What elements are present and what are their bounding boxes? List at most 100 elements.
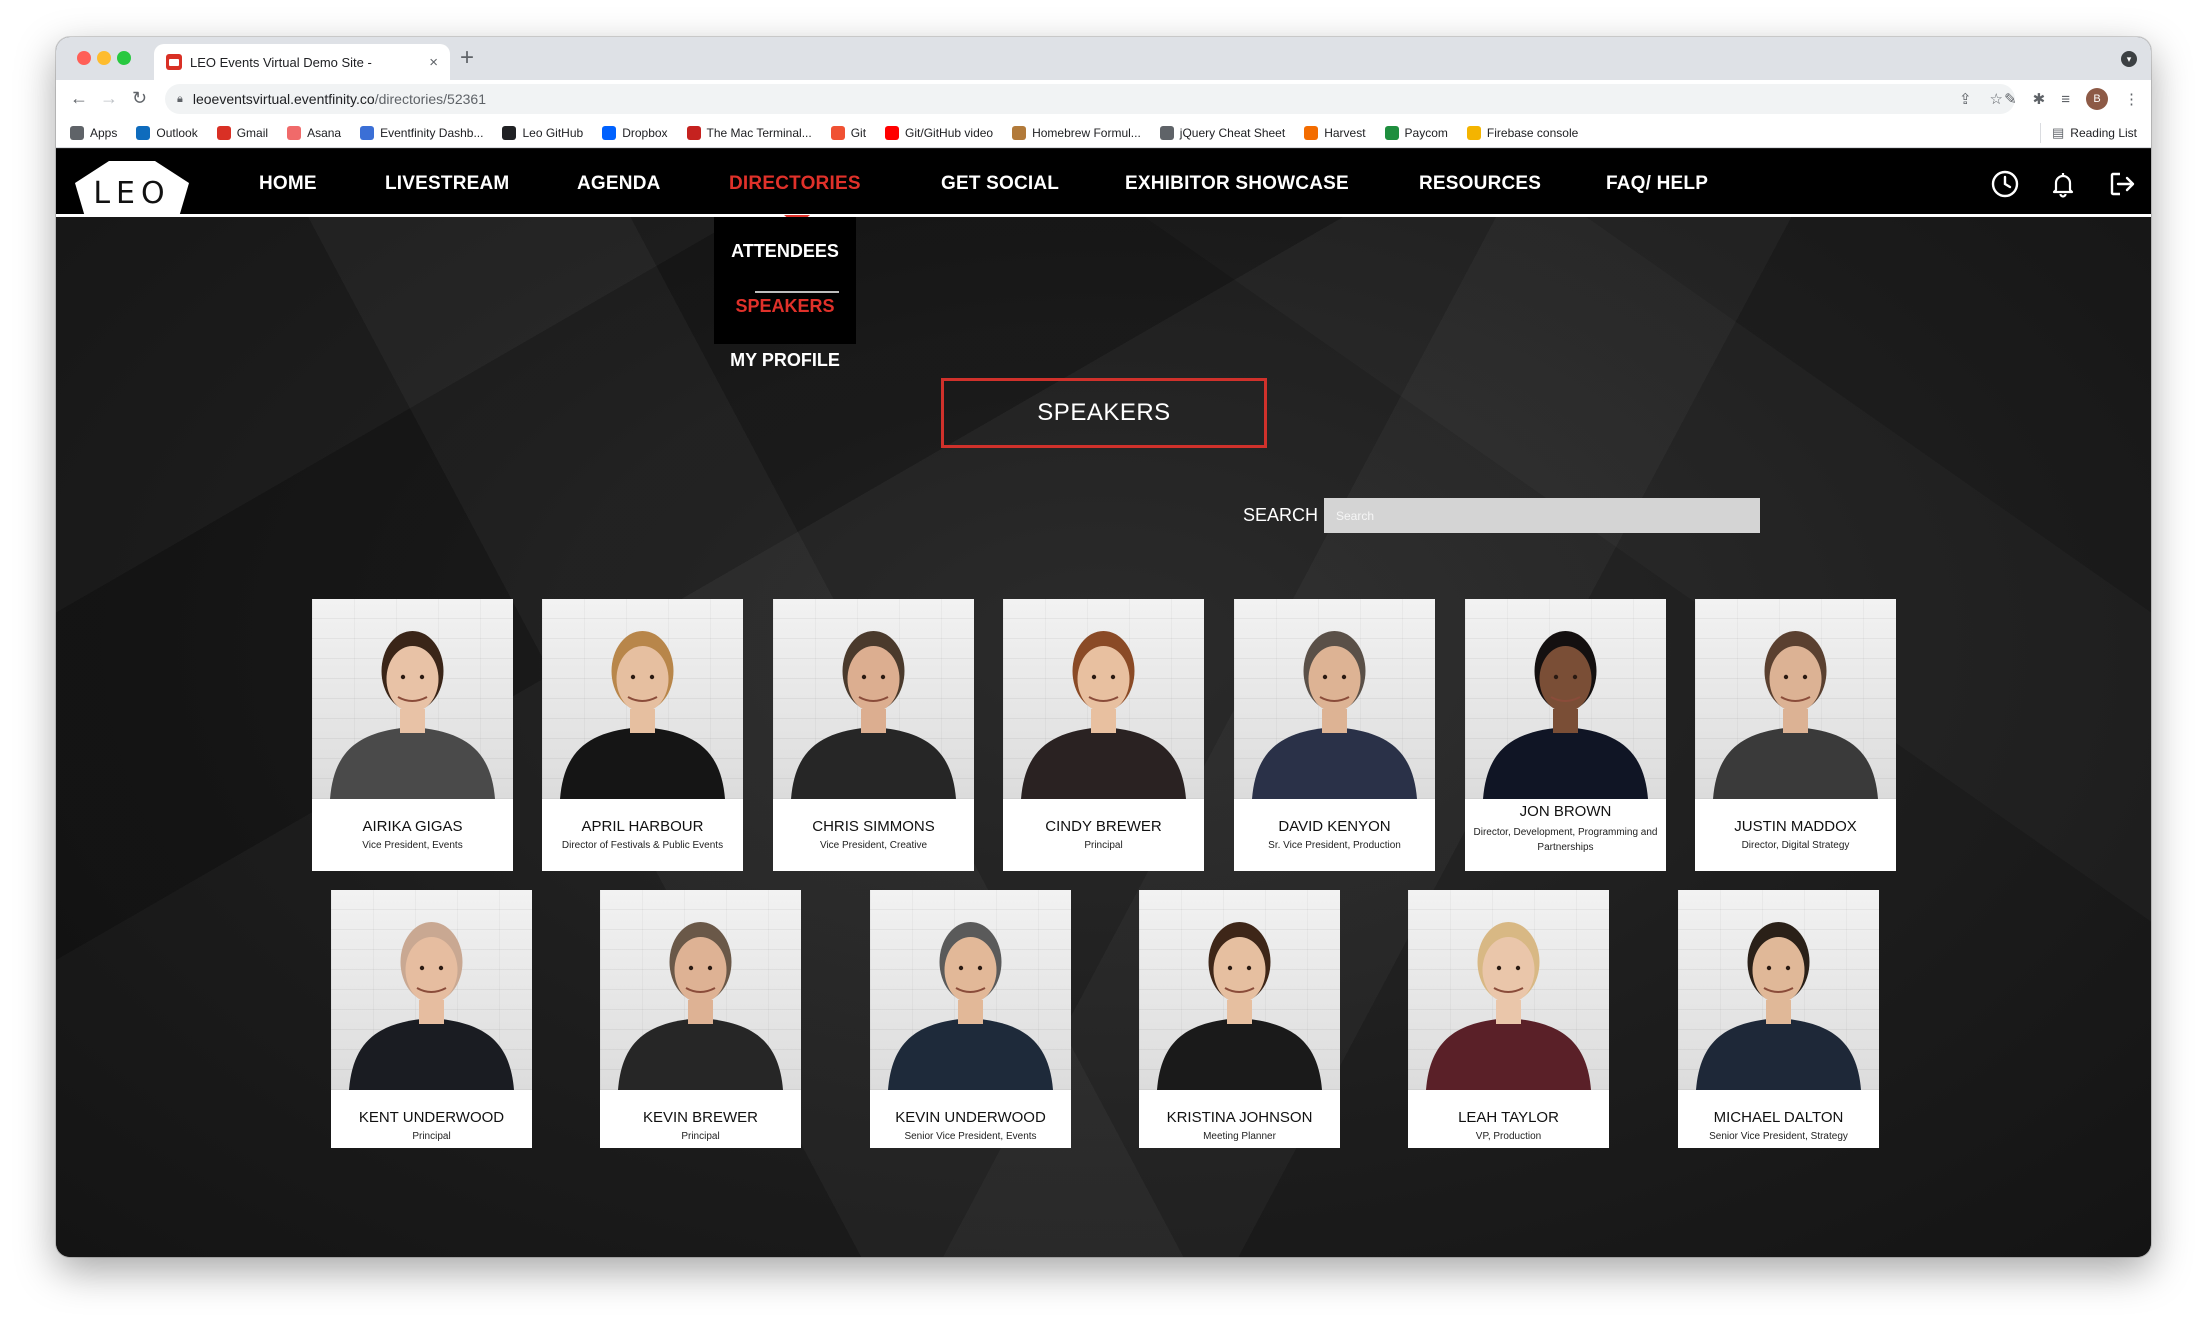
logout-icon[interactable] <box>2107 169 2137 199</box>
directories-dropdown-menu: ATTENDEES SPEAKERS MY PROFILE <box>714 217 856 370</box>
speaker-title: Senior Vice President, Events <box>904 1131 1037 1142</box>
speaker-name: CHRIS SIMMONS <box>812 818 935 835</box>
speaker-card[interactable]: KRISTINA JOHNSON Meeting Planner <box>1139 890 1340 1148</box>
bookmark-harvest[interactable]: Harvest <box>1304 125 1366 140</box>
bookmark-git-github-video[interactable]: Git/GitHub video <box>885 125 993 140</box>
bookmark-eventfinity-dashb[interactable]: Eventfinity Dashb... <box>360 125 483 140</box>
speaker-card[interactable]: JON BROWN Director, Development, Programm… <box>1465 599 1666 871</box>
dropdown-item-speakers[interactable]: SPEAKERS <box>714 296 856 317</box>
extension-icon[interactable]: ✎ <box>2004 90 2017 108</box>
speaker-name: MICHAEL DALTON <box>1713 1109 1844 1126</box>
share-icon[interactable]: ⇪ <box>1959 90 1972 108</box>
browser-tab[interactable]: LEO Events Virtual Demo Site - × <box>154 44 450 80</box>
speaker-photo <box>1695 599 1896 799</box>
speaker-title: Director, Digital Strategy <box>1741 840 1850 851</box>
speaker-name: JON BROWN <box>1519 803 1612 820</box>
speaker-photo <box>600 890 801 1090</box>
clock-icon[interactable] <box>1990 169 2020 199</box>
bookmark-jquery-cheat-sheet[interactable]: jQuery Cheat Sheet <box>1159 125 1285 140</box>
leo-github-icon <box>502 125 517 140</box>
search-label: SEARCH <box>1243 505 1319 525</box>
speaker-card[interactable]: KEVIN BREWER Principal <box>600 890 801 1148</box>
speaker-card[interactable]: MICHAEL DALTON Senior Vice President, Str… <box>1678 890 1879 1148</box>
asana-icon <box>287 125 302 140</box>
tab-title: LEO Events Virtual Demo Site - <box>190 54 372 70</box>
media-queue-icon[interactable]: ≡ <box>2061 91 2070 108</box>
bookmark-gmail[interactable]: Gmail <box>216 125 269 140</box>
speaker-card[interactable]: LEAH TAYLOR VP, Production <box>1408 890 1609 1148</box>
bookmark-asana[interactable]: Asana <box>287 125 341 140</box>
search-input[interactable] <box>1324 498 1760 533</box>
nav-agenda[interactable]: AGENDA <box>577 173 661 195</box>
speaker-card[interactable]: CHRIS SIMMONS Vice President, Creative <box>773 599 974 871</box>
bookmark-the-mac-terminal[interactable]: The Mac Terminal... <box>686 125 812 140</box>
bookmark-git[interactable]: Git <box>830 125 866 140</box>
speaker-card[interactable]: JUSTIN MADDOX Director, Digital Strategy <box>1695 599 1896 871</box>
site-favicon-icon <box>166 54 182 70</box>
maximize-window-button[interactable] <box>117 51 131 65</box>
bookmark-outlook[interactable]: Outlook <box>136 125 198 140</box>
homebrew-formul-icon <box>1012 125 1027 140</box>
reading-list-button[interactable]: ▤ Reading List <box>2039 123 2137 143</box>
nav-faq-help[interactable]: FAQ/ HELP <box>1606 173 1708 195</box>
speaker-photo <box>1465 599 1666 799</box>
speaker-card[interactable]: KENT UNDERWOOD Principal <box>331 890 532 1148</box>
speaker-card[interactable]: AIRIKA GIGAS Vice President, Events <box>312 599 513 871</box>
speaker-card[interactable]: KEVIN UNDERWOOD Senior Vice President, Ev… <box>870 890 1071 1148</box>
address-bar[interactable]: 🔒︎ leoeventsvirtual.eventfinity.co/direc… <box>165 84 2015 114</box>
active-dropdown-underline <box>755 291 839 293</box>
speaker-card[interactable]: APRIL HARBOUR Director of Festivals & Pub… <box>542 599 743 871</box>
tab-close-icon[interactable]: × <box>429 54 438 71</box>
speaker-card[interactable]: CINDY BREWER Principal <box>1003 599 1204 871</box>
reload-icon[interactable]: ↻ <box>132 88 147 108</box>
nav-home[interactable]: HOME <box>259 173 317 195</box>
speaker-photo <box>1234 599 1435 799</box>
speaker-card[interactable]: DAVID KENYON Sr. Vice President, Producti… <box>1234 599 1435 871</box>
back-arrow-icon[interactable]: ← <box>70 88 88 108</box>
nav-get-social[interactable]: GET SOCIAL <box>941 173 1059 195</box>
bookmark-dropbox[interactable]: Dropbox <box>602 125 668 140</box>
bookmark-apps[interactable]: Apps <box>70 125 117 140</box>
speaker-title: Principal <box>1084 840 1123 851</box>
browser-menu-icon[interactable]: ⋮ <box>2124 90 2139 108</box>
nav-exhibitor-showcase[interactable]: EXHIBITOR SHOWCASE <box>1125 173 1349 195</box>
forward-arrow-icon[interactable]: → <box>100 88 118 108</box>
speaker-title: Director of Festivals & Public Events <box>561 840 724 851</box>
minimize-window-button[interactable] <box>97 51 111 65</box>
leo-logo[interactable]: LEO <box>75 155 189 219</box>
bookmark-label: Gmail <box>236 125 269 140</box>
new-tab-button[interactable]: + <box>460 46 474 70</box>
speaker-photo <box>773 599 974 799</box>
bookmark-label: Homebrew Formul... <box>1032 125 1141 140</box>
bookmark-leo-github[interactable]: Leo GitHub <box>502 125 583 140</box>
bookmark-star-icon[interactable]: ☆ <box>1990 90 2003 108</box>
bookmark-label: Paycom <box>1404 125 1448 140</box>
speaker-title: Principal <box>681 1131 720 1142</box>
dropdown-item-my-profile[interactable]: MY PROFILE <box>714 350 856 371</box>
outlook-icon <box>136 125 151 140</box>
profile-avatar[interactable]: B <box>2086 88 2108 110</box>
speaker-title: Principal <box>412 1131 451 1142</box>
bookmark-paycom[interactable]: Paycom <box>1384 125 1448 140</box>
bell-icon[interactable] <box>2048 169 2078 199</box>
jquery-cheat-sheet-icon <box>1159 125 1174 140</box>
speaker-title: Vice President, Events <box>362 840 463 851</box>
speaker-name: KENT UNDERWOOD <box>358 1109 505 1126</box>
nav-resources[interactable]: RESOURCES <box>1419 173 1541 195</box>
reading-list-label: Reading List <box>2070 126 2137 140</box>
tab-search-icon[interactable]: ▾ <box>2121 51 2137 67</box>
puzzle-extensions-icon[interactable]: ✱ <box>2033 90 2046 108</box>
speaker-title: VP, Production <box>1475 1131 1542 1142</box>
dropdown-item-attendees[interactable]: ATTENDEES <box>714 241 856 262</box>
bookmark-homebrew-formul[interactable]: Homebrew Formul... <box>1012 125 1141 140</box>
speaker-title: Sr. Vice President, Production <box>1268 840 1401 851</box>
speaker-photo <box>1408 890 1609 1090</box>
bookmark-firebase-console[interactable]: Firebase console <box>1466 125 1578 140</box>
nav-livestream[interactable]: LIVESTREAM <box>385 173 509 195</box>
toolbar-actions: ✎ ✱ ≡ B ⋮ <box>2004 88 2139 110</box>
close-window-button[interactable] <box>77 51 91 65</box>
the-mac-terminal-icon <box>686 125 701 140</box>
nav-directories[interactable]: DIRECTORIES <box>729 173 861 195</box>
lock-icon[interactable]: 🔒︎ <box>177 93 183 106</box>
speaker-name: AIRIKA GIGAS <box>362 818 463 835</box>
